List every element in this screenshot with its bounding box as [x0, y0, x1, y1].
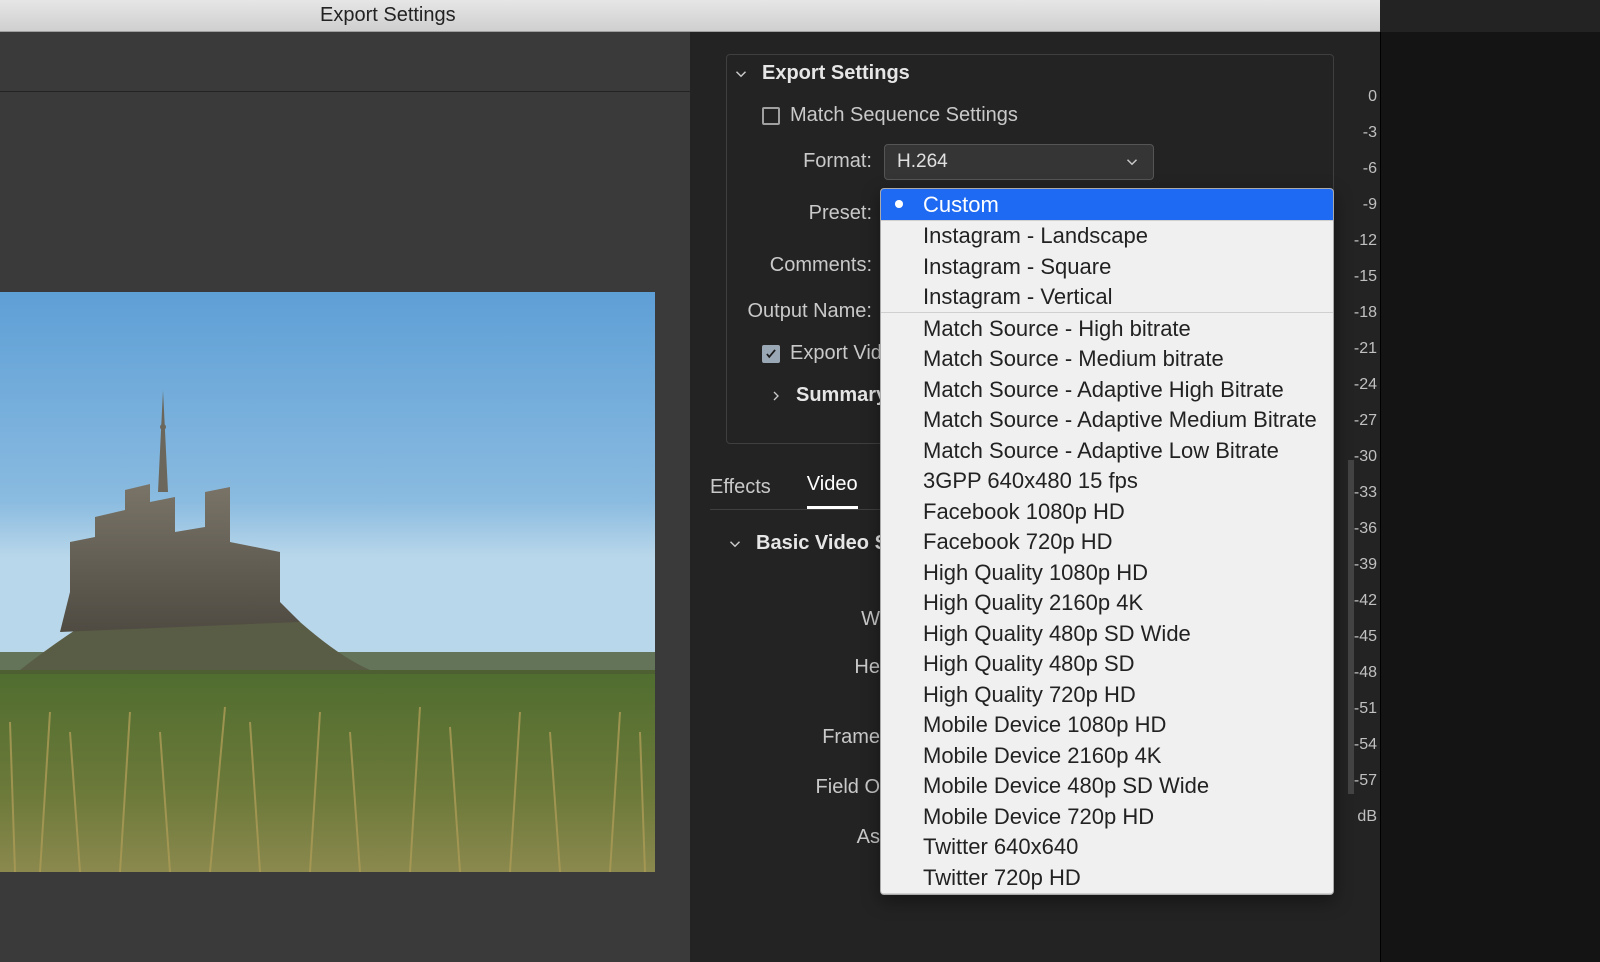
preset-option[interactable]: High Quality 2160p 4K: [881, 588, 1333, 619]
preset-option[interactable]: Twitter 640x640: [881, 832, 1333, 863]
meter-level-label: -48: [1335, 664, 1377, 682]
field-order-label: Field O: [680, 776, 880, 799]
preset-option[interactable]: Twitter 720p HD: [881, 862, 1333, 893]
preset-option[interactable]: Match Source - Adaptive High Bitrate: [881, 374, 1333, 405]
preset-option[interactable]: Match Source - Adaptive Low Bitrate: [881, 435, 1333, 466]
chevron-down-icon: [732, 65, 750, 83]
preset-option[interactable]: High Quality 480p SD: [881, 649, 1333, 680]
match-sequence-label: Match Sequence Settings: [790, 104, 1018, 127]
meter-level-label: -18: [1335, 304, 1377, 322]
meter-level-label: -33: [1335, 484, 1377, 502]
preview-image: [0, 292, 655, 872]
meter-level-label: -54: [1335, 736, 1377, 754]
preset-option[interactable]: Custom: [881, 189, 1333, 220]
height-label: He: [680, 656, 880, 679]
preview-panel: [0, 32, 690, 962]
preset-option[interactable]: Facebook 1080p HD: [881, 496, 1333, 527]
aspect-label: As: [680, 826, 880, 849]
audio-meter: 0-3-6-9-12-15-18-21-24-27-30-33-36-39-42…: [1380, 32, 1600, 962]
preset-option[interactable]: Facebook 720p HD: [881, 527, 1333, 558]
window-titlebar[interactable]: Export Settings: [0, 0, 1380, 32]
audio-meter-scale: 0-3-6-9-12-15-18-21-24-27-30-33-36-39-42…: [1387, 32, 1447, 962]
meter-level-label: -57: [1335, 772, 1377, 790]
meter-level-label: -9: [1335, 196, 1377, 214]
meter-level-label: dB: [1335, 808, 1377, 826]
tab-effects[interactable]: Effects: [710, 476, 771, 509]
preset-option[interactable]: High Quality 720p HD: [881, 679, 1333, 710]
comments-label: Comments:: [742, 254, 872, 277]
meter-level-label: -36: [1335, 520, 1377, 538]
tab-video[interactable]: Video: [807, 473, 858, 509]
summary-header[interactable]: Summary: [768, 384, 887, 407]
width-label: W: [680, 608, 880, 631]
meter-level-label: -42: [1335, 592, 1377, 610]
output-name-label: Output Name:: [720, 300, 872, 323]
format-select[interactable]: H.264: [884, 144, 1154, 180]
meter-level-label: -6: [1335, 160, 1377, 178]
preset-option[interactable]: 3GPP 640x480 15 fps: [881, 466, 1333, 497]
chevron-right-icon: [768, 388, 784, 404]
preset-option[interactable]: High Quality 480p SD Wide: [881, 618, 1333, 649]
meter-level-label: -24: [1335, 376, 1377, 394]
preset-option[interactable]: Instagram - Landscape: [881, 221, 1333, 252]
format-value: H.264: [897, 151, 948, 173]
chevron-down-icon: [1123, 153, 1141, 171]
export-settings-title: Export Settings: [762, 62, 910, 85]
meter-level-label: -21: [1335, 340, 1377, 358]
settings-scrollbar[interactable]: [1348, 460, 1354, 794]
export-settings-header[interactable]: Export Settings: [732, 62, 910, 85]
meter-level-label: -3: [1335, 124, 1377, 142]
preset-option[interactable]: Mobile Device 1080p HD: [881, 710, 1333, 741]
preset-option[interactable]: Mobile Device 720p HD: [881, 801, 1333, 832]
chevron-down-icon: [726, 535, 744, 553]
meter-level-label: -45: [1335, 628, 1377, 646]
meter-level-label: -15: [1335, 268, 1377, 286]
meter-level-label: -12: [1335, 232, 1377, 250]
preset-dropdown[interactable]: CustomInstagram - LandscapeInstagram - S…: [880, 188, 1334, 895]
meter-level-label: 0: [1335, 88, 1377, 106]
preset-option[interactable]: Match Source - Medium bitrate: [881, 344, 1333, 375]
preset-option[interactable]: High Quality 1080p HD: [881, 557, 1333, 588]
meter-level-label: -39: [1335, 556, 1377, 574]
summary-label: Summary: [796, 384, 887, 407]
preset-option[interactable]: Match Source - Adaptive Medium Bitrate: [881, 405, 1333, 436]
frame-label: Frame: [680, 726, 880, 749]
meter-level-label: -51: [1335, 700, 1377, 718]
export-settings-window: Export Settings: [0, 0, 1600, 962]
meter-level-label: -27: [1335, 412, 1377, 430]
preset-option[interactable]: Instagram - Square: [881, 251, 1333, 282]
window-title: Export Settings: [320, 4, 456, 27]
meter-level-label: -30: [1335, 448, 1377, 466]
export-video-checkbox[interactable]: [762, 345, 780, 363]
match-sequence-row: Match Sequence Settings: [762, 104, 1018, 127]
preview-tabstrip: [0, 32, 690, 92]
preset-option[interactable]: Mobile Device 2160p 4K: [881, 740, 1333, 771]
preset-option[interactable]: Instagram - Vertical: [881, 282, 1333, 313]
format-label: Format:: [762, 150, 872, 173]
preset-option[interactable]: Match Source - High bitrate: [881, 313, 1333, 344]
match-sequence-checkbox[interactable]: [762, 107, 780, 125]
video-preview[interactable]: [0, 292, 655, 872]
preset-label: Preset:: [762, 202, 872, 225]
preset-option[interactable]: Mobile Device 480p SD Wide: [881, 771, 1333, 802]
